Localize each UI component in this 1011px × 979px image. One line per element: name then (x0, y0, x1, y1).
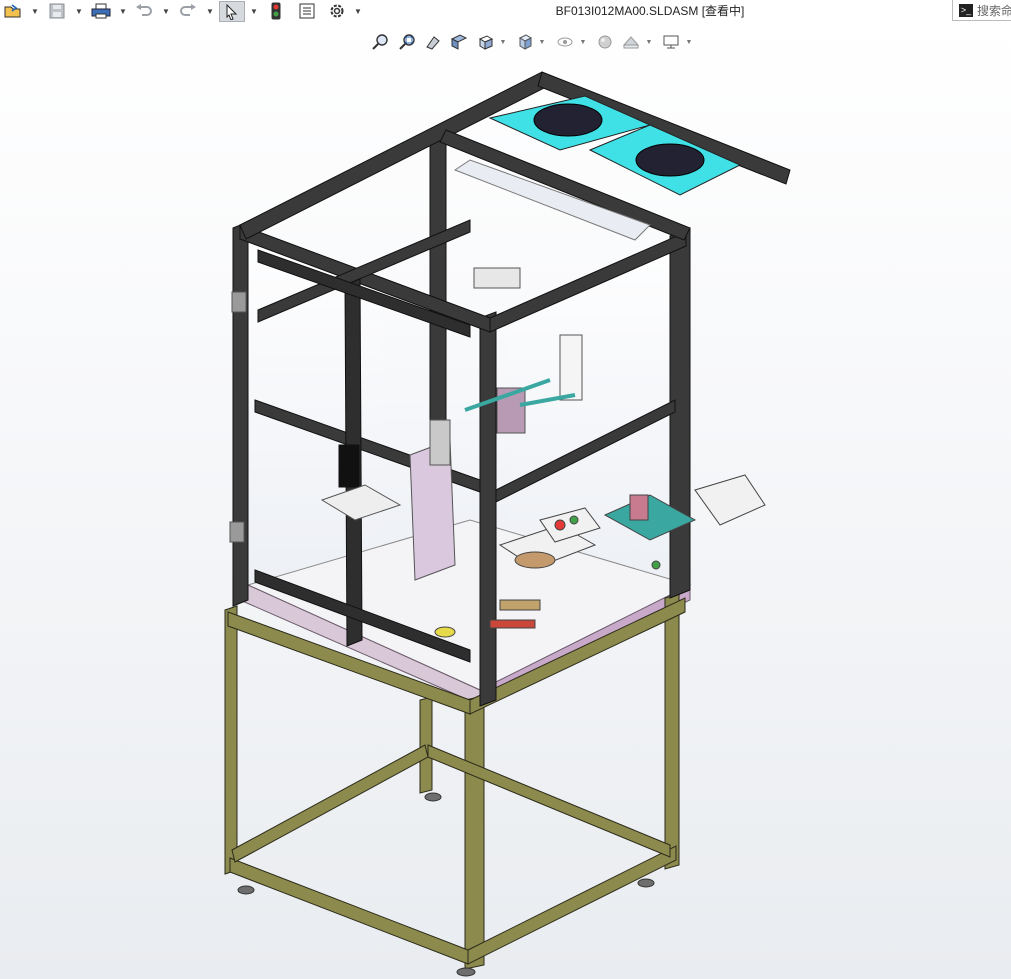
redo-icon[interactable] (177, 1, 199, 21)
options-gear-icon[interactable] (326, 1, 348, 21)
search-placeholder: 搜索命 (977, 3, 1011, 18)
display-style-icon[interactable] (514, 31, 536, 53)
apply-scene-icon[interactable] (620, 31, 642, 53)
open-dropdown-arrow[interactable]: ▼ (30, 5, 40, 17)
rebuild-traffic-light-icon[interactable] (266, 1, 286, 21)
undo-dropdown-arrow[interactable]: ▼ (161, 5, 171, 17)
select-icon[interactable] (219, 1, 245, 22)
undo-icon[interactable] (133, 1, 155, 21)
hide-show-items-icon[interactable] (554, 31, 576, 53)
assembly-model (224, 71, 791, 977)
view-settings-icon[interactable] (660, 31, 682, 53)
heads-up-view-toolbar: ▼ ▼ ▼ ▼ ▼ (0, 31, 1011, 55)
select-dropdown-arrow[interactable]: ▼ (249, 5, 259, 17)
graphics-viewport[interactable] (0, 22, 1011, 979)
document-title: BF013I012MA00.SLDASM [查看中] (555, 4, 745, 18)
save-icon[interactable] (46, 1, 68, 21)
print-dropdown-arrow[interactable]: ▼ (118, 5, 128, 17)
options-dropdown-arrow[interactable]: ▼ (353, 5, 363, 17)
command-prompt-icon: >_ (959, 3, 973, 17)
apply-scene-dropdown-arrow[interactable]: ▼ (645, 37, 653, 47)
zoom-to-area-icon[interactable] (396, 31, 418, 53)
search-commands-box[interactable]: >_ 搜索命 (952, 0, 1011, 21)
hide-show-dropdown-arrow[interactable]: ▼ (579, 37, 587, 47)
edit-appearance-icon[interactable] (594, 31, 616, 53)
view-orientation-icon[interactable] (475, 31, 497, 53)
quick-access-toolbar: ▼ ▼ ▼ ▼ ▼ ▼ ▼ BF013I012MA00.SLDASM [查看中]… (0, 0, 1011, 22)
view-settings-dropdown-arrow[interactable]: ▼ (685, 37, 693, 47)
redo-dropdown-arrow[interactable]: ▼ (205, 5, 215, 17)
section-view-icon[interactable] (448, 31, 470, 53)
open-icon[interactable] (2, 1, 24, 21)
zoom-to-fit-icon[interactable] (369, 31, 391, 53)
display-style-dropdown-arrow[interactable]: ▼ (538, 37, 546, 47)
view-orientation-dropdown-arrow[interactable]: ▼ (499, 37, 507, 47)
file-properties-icon[interactable] (296, 1, 318, 21)
save-dropdown-arrow[interactable]: ▼ (74, 5, 84, 17)
print-icon[interactable] (90, 1, 112, 21)
previous-view-icon[interactable] (422, 31, 444, 53)
